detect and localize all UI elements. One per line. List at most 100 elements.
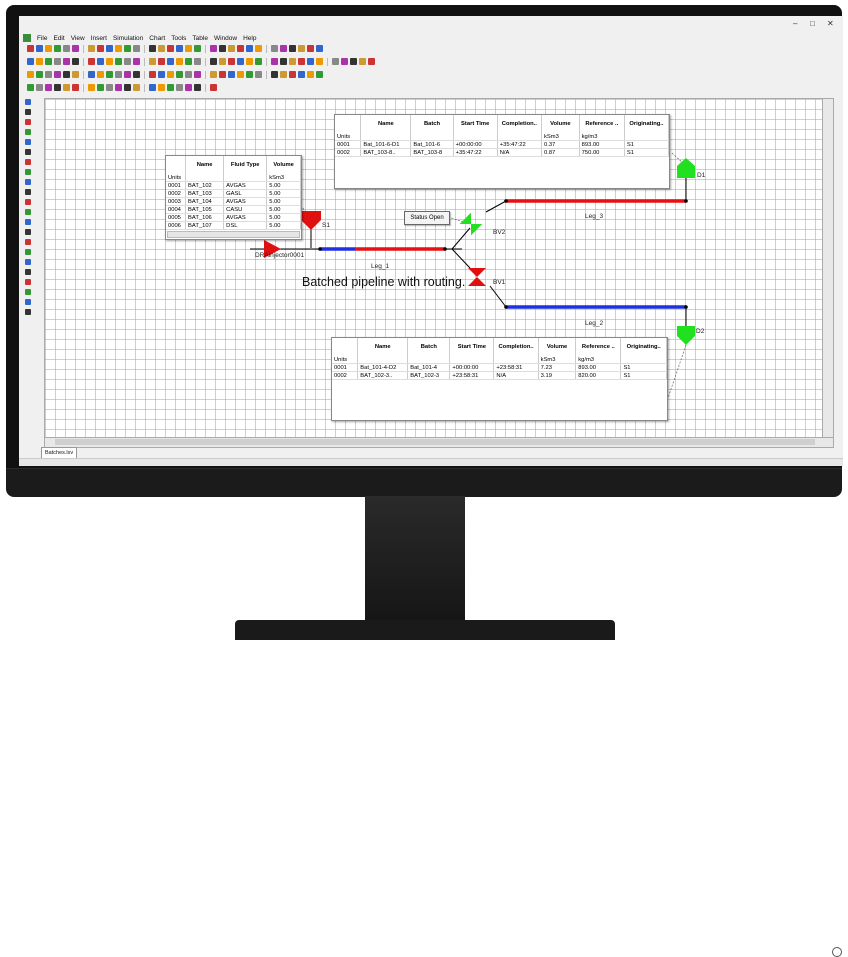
toolbar-tool-icon[interactable] (36, 84, 43, 91)
palette-tool-icon[interactable] (25, 309, 31, 315)
toolbar-tool-icon[interactable] (280, 58, 287, 65)
table-cell[interactable]: S1 (620, 371, 667, 380)
table-cell[interactable]: +00:00:00 (453, 140, 498, 149)
toolbar-tool-icon[interactable] (149, 84, 156, 91)
table-cell[interactable]: 0002 (166, 189, 187, 198)
toolbar-tool-icon[interactable] (210, 58, 217, 65)
toolbar-tool-icon[interactable] (72, 71, 79, 78)
toolbar-tool-icon[interactable] (176, 71, 183, 78)
toolbar-tool-icon[interactable] (88, 71, 95, 78)
toolbar-tool-icon[interactable] (27, 45, 34, 52)
menu-help[interactable]: Help (243, 35, 256, 42)
toolbar-tool-icon[interactable] (72, 45, 79, 52)
table-cell[interactable]: BAT_102 (185, 181, 225, 190)
table-row[interactable]: 0005 BAT_106 AVGAS 5.00 (166, 213, 301, 222)
col-header[interactable]: Batch (410, 115, 454, 133)
toolbar-tool-icon[interactable] (27, 84, 34, 91)
palette-tool-icon[interactable] (25, 139, 31, 145)
delivery-d2-table[interactable]: Name Batch Start Time Completion.. Volume Ref… (331, 337, 668, 421)
table-cell[interactable]: 893.00 (575, 363, 622, 372)
table-row[interactable]: 0004 BAT_105 CASU 5.00 (166, 205, 301, 214)
toolbar-tool-icon[interactable] (307, 45, 314, 52)
palette-tool-icon[interactable] (25, 299, 31, 305)
toolbar-tool-icon[interactable] (45, 71, 52, 78)
col-header[interactable]: Completion.. (493, 338, 539, 356)
menu-table[interactable]: Table (192, 35, 208, 42)
toolbar-tool-icon[interactable] (176, 58, 183, 65)
palette-tool-icon[interactable] (25, 239, 31, 245)
toolbar-tool-icon[interactable] (63, 84, 70, 91)
table-cell[interactable]: BAT_102-3 (407, 371, 451, 380)
table-cell[interactable]: 893.00 (579, 140, 625, 149)
table-cell[interactable]: 5.00 (266, 213, 301, 222)
status-open-box[interactable]: Status Open (404, 211, 450, 225)
palette-tool-icon[interactable] (25, 109, 31, 115)
toolbar-tool-icon[interactable] (106, 58, 113, 65)
toolbar-tool-icon[interactable] (185, 71, 192, 78)
toolbar-tool-icon[interactable] (106, 71, 113, 78)
toolbar-tool-icon[interactable] (124, 84, 131, 91)
palette-tool-icon[interactable] (25, 119, 31, 125)
toolbar-tool-icon[interactable] (106, 45, 113, 52)
minimize-button[interactable]: – (793, 19, 797, 28)
toolbar-tool-icon[interactable] (54, 45, 61, 52)
col-header[interactable]: Reference .. (579, 115, 625, 133)
toolbar-tool-icon[interactable] (194, 84, 201, 91)
table-cell[interactable]: Bat_101-6-D1 (360, 140, 412, 149)
table-cell[interactable]: BAT_103 (185, 189, 225, 198)
table-cell[interactable]: AVGAS (223, 197, 268, 206)
toolbar-tool-icon[interactable] (54, 58, 61, 65)
toolbar-tool-icon[interactable] (45, 45, 52, 52)
toolbar-tool-icon[interactable] (176, 84, 183, 91)
toolbar-tool-icon[interactable] (255, 45, 262, 52)
table-cell[interactable]: +23:58:31 (493, 363, 539, 372)
toolbar-tool-icon[interactable] (228, 58, 235, 65)
col-header[interactable]: Reference .. (575, 338, 622, 356)
toolbar-tool-icon[interactable] (289, 45, 296, 52)
table-cell[interactable]: 3.19 (538, 371, 577, 380)
toolbar-tool-icon[interactable] (219, 71, 226, 78)
toolbar-tool-icon[interactable] (133, 84, 140, 91)
col-header[interactable]: Volume (538, 338, 577, 356)
toolbar-tool-icon[interactable] (359, 58, 366, 65)
toolbar-tool-icon[interactable] (255, 71, 262, 78)
col-header[interactable]: Name (360, 115, 412, 133)
toolbar-tool-icon[interactable] (316, 45, 323, 52)
toolbar-tool-icon[interactable] (219, 45, 226, 52)
table-cell[interactable]: 5.00 (266, 189, 301, 198)
table-cell[interactable]: DSL (223, 221, 268, 230)
toolbar-tool-icon[interactable] (115, 84, 122, 91)
table-cell[interactable]: +23:58:31 (449, 371, 495, 380)
toolbar-tool-icon[interactable] (341, 58, 348, 65)
table-cell[interactable]: 5.00 (266, 181, 301, 190)
menu-chart[interactable]: Chart (149, 35, 165, 42)
toolbar-tool-icon[interactable] (194, 58, 201, 65)
menu-edit[interactable]: Edit (53, 35, 64, 42)
table-row[interactable]: 0002 BAT_103 GASL 5.00 (166, 189, 301, 198)
batch-injection-table[interactable]: Name Fluid Type Volume Units kSm3 0001 BAT_… (165, 155, 302, 240)
table-cell[interactable]: BAT_105 (185, 205, 225, 214)
table-cell[interactable]: 5.00 (266, 205, 301, 214)
toolbar-tool-icon[interactable] (280, 71, 287, 78)
table-cell[interactable]: 0001 (332, 363, 359, 372)
toolbar-tool-icon[interactable] (316, 58, 323, 65)
toolbar-tool-icon[interactable] (115, 58, 122, 65)
toolbar-tool-icon[interactable] (316, 71, 323, 78)
toolbar-tool-icon[interactable] (54, 84, 61, 91)
table-cell[interactable]: 0002 (332, 371, 359, 380)
table-cell[interactable]: N/A (497, 148, 543, 157)
toolbar-tool-icon[interactable] (97, 84, 104, 91)
toolbar-tool-icon[interactable] (228, 45, 235, 52)
palette-tool-icon[interactable] (25, 189, 31, 195)
palette-tool-icon[interactable] (25, 209, 31, 215)
toolbar-tool-icon[interactable] (210, 45, 217, 52)
toolbar-tool-icon[interactable] (36, 71, 43, 78)
table-cell[interactable]: 0001 (335, 140, 362, 149)
table-cell[interactable]: 5.00 (266, 221, 301, 230)
toolbar-tool-icon[interactable] (271, 45, 278, 52)
table-cell[interactable]: BAT_104 (185, 197, 225, 206)
palette-tool-icon[interactable] (25, 269, 31, 275)
table-cell[interactable]: +35:47:22 (453, 148, 498, 157)
col-header[interactable]: Completion.. (497, 115, 543, 133)
toolbar-tool-icon[interactable] (194, 45, 201, 52)
